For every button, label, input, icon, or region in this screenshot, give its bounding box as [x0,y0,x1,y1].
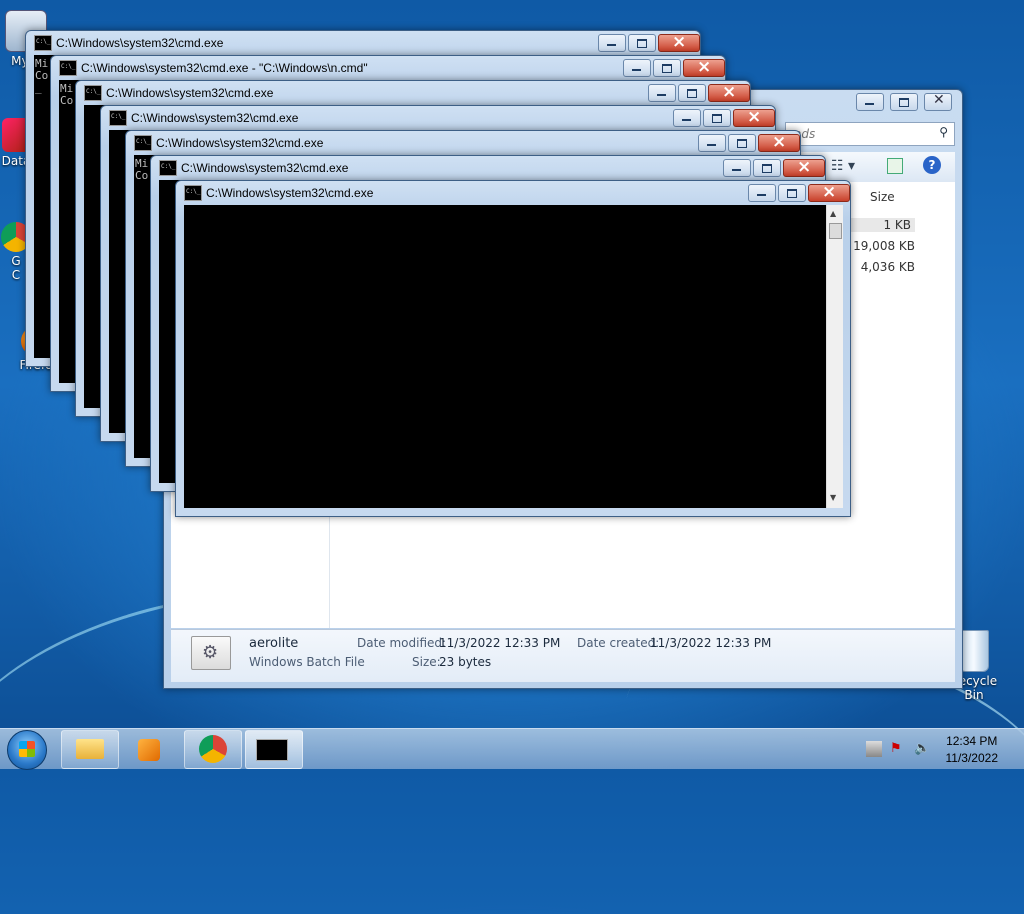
cmd-icon [59,60,77,76]
close-button[interactable] [808,182,850,202]
size-value: 23 bytes [439,655,492,669]
console-cursor: _ [35,81,42,94]
vertical-scrollbar[interactable]: ▲ ▼ [826,205,843,508]
window-title: C:\Windows\system32\cmd.exe [156,136,324,150]
title-bar[interactable]: C:\Windows\system32\cmd.exe [176,181,850,205]
window-title: C:\Windows\system32\cmd.exe [56,36,224,50]
taskbar-explorer[interactable] [61,730,119,769]
minimize-button[interactable] [723,159,751,177]
maximize-button[interactable] [778,184,806,202]
minimize-button[interactable] [698,134,726,152]
console-line: Co [135,169,149,182]
minimize-button[interactable] [623,59,651,77]
minimize-button[interactable] [673,109,701,127]
details-filename: aerolite [249,636,299,651]
search-input[interactable]: ads ⚲ [785,122,955,146]
network-icon[interactable] [866,741,882,757]
title-bar[interactable]: C:\Windows\system32\cmd.exe - "C:\Window… [51,56,725,80]
title-bar[interactable]: C:\Windows\system32\cmd.exe [126,131,800,155]
windows-logo-icon [19,741,35,757]
maximize-button[interactable] [628,34,656,52]
window-title: C:\Windows\system32\cmd.exe [131,111,299,125]
scroll-down-arrow[interactable]: ▼ [830,493,836,502]
size-column-header[interactable]: Size [870,190,910,204]
batch-file-icon: ⚙ [191,636,231,670]
minimize-button[interactable] [648,84,676,102]
scroll-thumb[interactable] [829,223,842,239]
cmd-icon [109,110,127,126]
start-button[interactable] [7,730,47,770]
close-button[interactable] [683,57,725,77]
cmd-window-active[interactable]: C:\Windows\system32\cmd.exe ▲ ▼ [175,180,851,517]
search-icon: ⚲ [939,125,948,139]
maximize-button[interactable] [728,134,756,152]
taskbar-media-player[interactable] [121,730,179,769]
clock-time: 12:34 PM [946,734,998,748]
title-bar[interactable]: C:\Windows\system32\cmd.exe [26,31,700,55]
folder-icon [76,739,104,759]
clock-date: 11/3/2022 [945,751,999,765]
chrome-icon [199,735,227,763]
window-title: C:\Windows\system32\cmd.exe [206,186,374,200]
minimize-button[interactable] [748,184,776,202]
cmd-icon [34,35,52,51]
date-modified-value: 11/3/2022 12:33 PM [439,636,561,650]
preview-pane-icon[interactable] [887,158,903,174]
details-pane: ⚙ aerolite Windows Batch File Date modif… [171,629,955,682]
maximize-button[interactable] [753,159,781,177]
volume-icon[interactable]: 🔈 [914,741,930,757]
close-button[interactable]: ✕ [924,92,952,111]
close-icon: ✕ [933,92,945,108]
scroll-up-arrow[interactable]: ▲ [830,209,836,218]
window-title: C:\Windows\system32\cmd.exe [181,161,349,175]
date-modified-label: Date modified: [357,636,447,650]
desktop-icon-label: G [11,254,21,268]
minimize-button[interactable] [856,93,884,111]
taskbar: ⚑ 🔈 12:34 PM 11/3/2022 [0,728,1024,770]
close-button[interactable] [783,157,825,177]
close-button[interactable] [708,82,750,102]
title-bar[interactable]: C:\Windows\system32\cmd.exe [76,81,750,105]
maximize-button[interactable] [703,109,731,127]
details-filetype: Windows Batch File [249,655,365,669]
cmd-icon [134,135,152,151]
title-bar[interactable]: C:\Windows\system32\cmd.exe [151,156,825,180]
maximize-button[interactable] [653,59,681,77]
close-button[interactable] [758,132,800,152]
close-button[interactable] [733,107,775,127]
title-bar[interactable]: C:\Windows\system32\cmd.exe [101,106,775,130]
date-created-value: 11/3/2022 12:33 PM [650,636,772,650]
cmd-icon [184,185,202,201]
maximize-button[interactable] [890,93,918,111]
maximize-button[interactable] [678,84,706,102]
console-area[interactable] [184,205,826,508]
clock[interactable]: 12:34 PM 11/3/2022 [946,733,999,767]
taskbar-chrome[interactable] [184,730,242,769]
close-button[interactable] [658,32,700,52]
desktop-icon-label: C [11,268,21,282]
action-center-icon[interactable]: ⚑ [890,741,906,757]
media-player-icon [138,739,160,761]
size-label: Size: [412,655,441,669]
taskbar-cmd[interactable] [245,730,303,769]
views-icon[interactable]: ☷ ▾ [831,158,855,174]
window-title: C:\Windows\system32\cmd.exe [106,86,274,100]
date-created-label: Date created: [577,636,660,650]
cmd-icon [84,85,102,101]
cmd-icon [159,160,177,176]
window-title: C:\Windows\system32\cmd.exe - "C:\Window… [81,61,368,75]
cmd-icon [256,739,288,761]
minimize-button[interactable] [598,34,626,52]
console-line: Co [60,94,74,107]
recycle-bin-icon [959,630,989,672]
help-icon[interactable]: ? [923,156,941,174]
